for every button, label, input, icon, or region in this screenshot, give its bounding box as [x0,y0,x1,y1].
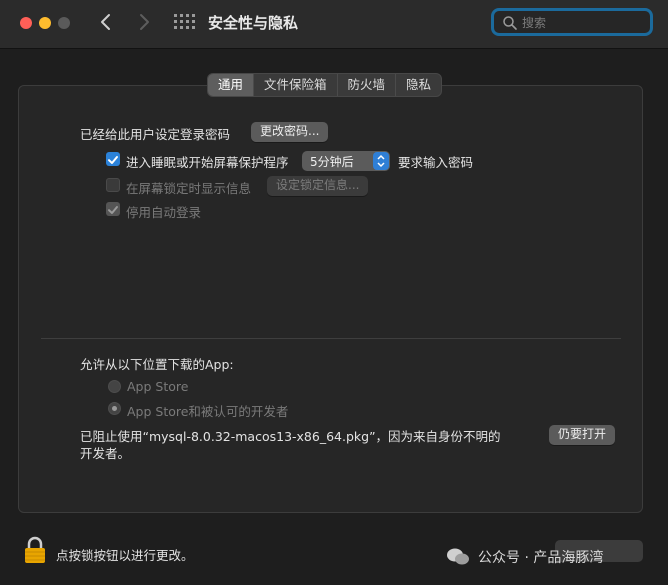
change-password-button[interactable]: 更改密码... [251,122,329,142]
section-divider [41,338,621,339]
radio-app-store-label: App Store [127,379,189,394]
forward-icon[interactable] [132,10,156,34]
checkmark-icon [108,156,118,164]
password-delay-value: 5分钟后 [310,155,354,169]
search-field[interactable] [491,8,653,36]
popup-arrows-icon [373,152,389,170]
tab-firewall[interactable]: 防火墙 [338,74,397,96]
lock-message-label: 在屏幕锁定时显示信息 [126,181,252,196]
disable-autologin-label: 停用自动登录 [126,205,202,220]
blocked-message-line1: 已阻止使用“mysql-8.0.32-macos13-x86_64.pkg”，因… [80,429,501,444]
disable-autologin-checkbox[interactable] [106,202,120,216]
close-button[interactable] [20,17,32,29]
password-delay-popup[interactable]: 5分钟后 [302,151,390,171]
show-all-grid-icon[interactable] [174,14,195,34]
title-bar: 安全性与隐私 [0,0,668,49]
wechat-icon [446,547,470,567]
minimize-button[interactable] [39,17,51,29]
back-icon[interactable] [94,10,118,34]
search-icon [502,15,518,31]
lock-hint-text: 点按锁按钮以进行更改。 [56,548,194,563]
blocked-message-line2: 开发者。 [80,446,131,461]
sleep-password-label: 进入睡眠或开始屏幕保护程序 [126,155,289,170]
zoom-button[interactable] [58,17,70,29]
watermark-text: 公众号 · 产品海豚湾 [478,550,604,566]
tab-bar: 通用 文件保险箱 防火墙 隐私 [207,73,443,97]
set-lock-message-button[interactable]: 设定锁定信息... [267,176,369,196]
tab-filevault[interactable]: 文件保险箱 [254,74,338,96]
lock-message-checkbox[interactable] [106,178,120,192]
tab-general[interactable]: 通用 [208,74,255,96]
open-anyway-button[interactable]: 仍要打开 [549,425,616,445]
watermark: 公众号 · 产品海豚湾 [446,545,603,569]
lock-icon[interactable] [23,536,47,564]
radio-app-store-identified[interactable] [108,402,121,415]
password-set-label: 已经给此用户设定登录密码 [80,127,231,142]
tab-privacy[interactable]: 隐私 [396,74,441,96]
search-input[interactable] [522,13,642,33]
require-password-label: 要求输入密码 [398,155,474,170]
download-source-heading: 允许从以下位置下载的App: [80,357,234,372]
radio-app-store-identified-label: App Store和被认可的开发者 [127,404,289,419]
checkmark-icon [108,206,118,214]
radio-app-store[interactable] [108,380,121,393]
general-panel: 已经给此用户设定登录密码 更改密码... 进入睡眠或开始屏幕保护程序 5分钟后 … [18,85,643,513]
sleep-password-checkbox[interactable] [106,152,120,166]
window-title: 安全性与隐私 [208,14,299,32]
